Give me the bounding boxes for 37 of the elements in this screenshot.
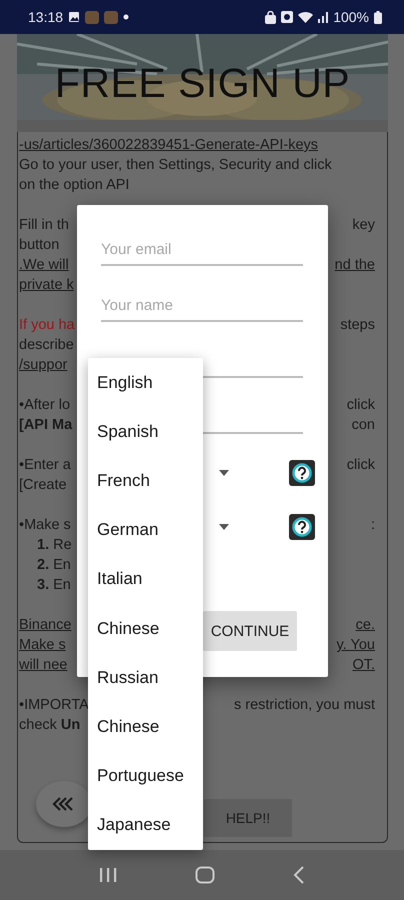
text-fragment: key (352, 217, 375, 233)
text-fragment: 3. En (36, 577, 71, 593)
text-fragment: .We will (19, 257, 69, 273)
text-fragment: OT. (352, 657, 375, 673)
text-fragment: Go to your user, then Settings, Security and click (19, 157, 332, 173)
text-fragment: con (352, 417, 375, 433)
text-fragment: s restriction, you must (234, 697, 375, 713)
text-fragment: Make s (19, 637, 66, 653)
text-fragment: nd the (334, 257, 375, 273)
text-fragment: on the option API (19, 177, 130, 193)
clock: 13:18 (28, 9, 64, 25)
text-fragment: •After lo (19, 397, 70, 413)
text-fragment: Binance (19, 617, 72, 633)
text-fragment: -us/articles/360022839451-Generate-API-keys (19, 137, 318, 153)
text-fragment: 1. Re (36, 537, 72, 553)
text-fragment: button (19, 237, 60, 253)
text-fragment: will nee (19, 657, 68, 673)
text-fragment: [Create (19, 477, 67, 493)
text-fragment: steps (340, 317, 375, 333)
text-fragment: •Enter a (19, 457, 71, 473)
text-fragment: click (346, 397, 375, 413)
text-fragment: private k (19, 277, 74, 293)
text-fragment: ce. (356, 617, 375, 633)
text-fragment: y. You (336, 637, 375, 653)
battery-level: 100% (333, 9, 369, 25)
text-fragment: : (370, 517, 375, 533)
text-fragment: 2. En (36, 557, 71, 573)
text-fragment: •IMPORTA (19, 697, 89, 713)
text-fragment: If you ha (19, 317, 75, 333)
text-fragment: check Un (19, 717, 80, 733)
text-fragment: click (346, 457, 375, 473)
text-fragment: /suppor (19, 357, 68, 373)
page-title: FREE SIGN UP (54, 60, 350, 106)
text-fragment: describe (19, 337, 74, 353)
text-fragment: Fill in th (19, 217, 69, 233)
text-fragment: •Make s (19, 517, 71, 533)
text-fragment: [API Ma (19, 417, 72, 433)
